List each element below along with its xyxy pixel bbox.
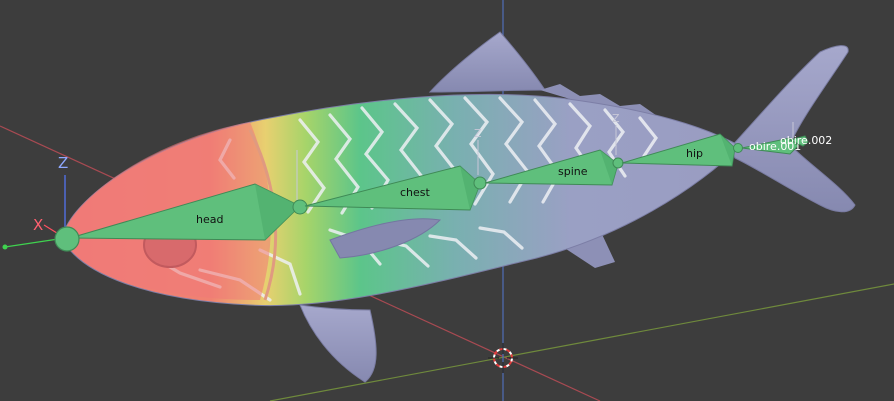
bone-label-obire-002: obire.002 <box>780 134 832 147</box>
bone-label-chest: chest <box>400 186 431 199</box>
bone-label-head: head <box>196 213 223 226</box>
bone-label-hip: hip <box>686 147 703 160</box>
dorsal-fin <box>428 31 546 93</box>
bone-z-label-spine: Z <box>474 127 482 140</box>
bone-z-label-hip: Z <box>612 112 620 125</box>
bone-head-joint[interactable] <box>54 226 80 252</box>
z-axis-label: Z <box>58 154 68 172</box>
pelvic-fin <box>299 304 377 383</box>
3d-viewport[interactable]: Z X head chest Z spine Z hip obire.001 o… <box>0 0 894 401</box>
viewport-canvas[interactable]: Z X head chest Z spine Z hip obire.001 o… <box>0 0 894 401</box>
x-axis-label: X <box>33 216 43 234</box>
bone-label-spine: spine <box>558 165 588 178</box>
